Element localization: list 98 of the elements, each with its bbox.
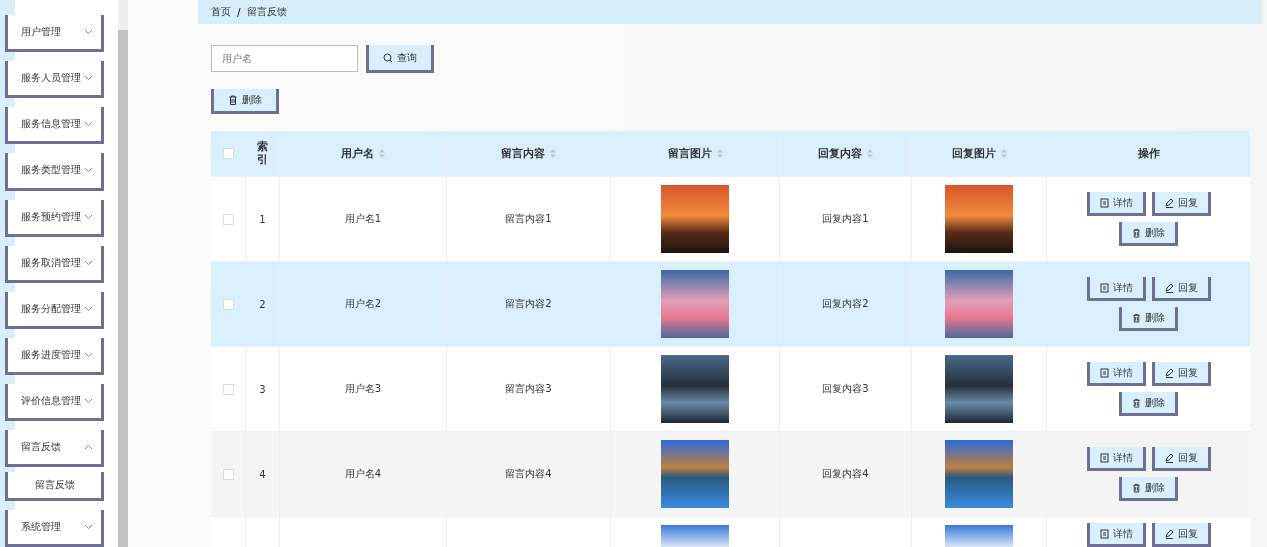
reply-button[interactable]: 回复: [1151, 523, 1211, 547]
table-cell: 回复内容1: [822, 212, 869, 226]
table-cell: 留言内容2: [505, 297, 552, 311]
row-checkbox[interactable]: [222, 298, 234, 310]
search-button[interactable]: 查询: [366, 45, 434, 73]
sidebar-menu-item[interactable]: 服务类型管理: [5, 153, 104, 191]
details-button[interactable]: 详情: [1086, 362, 1146, 386]
pencil-icon: [1164, 197, 1174, 208]
sort-icon[interactable]: [716, 149, 723, 158]
table-cell: 用户名4: [344, 467, 382, 481]
sidebar-menu-item[interactable]: 用户管理: [5, 15, 104, 53]
chevron-icon: [84, 398, 93, 405]
column-header: 索引: [256, 141, 269, 166]
trash-icon: [1132, 482, 1141, 493]
trash-icon: [1132, 227, 1141, 238]
details-button[interactable]: 详情: [1086, 277, 1146, 301]
reply-button[interactable]: 回复: [1151, 362, 1211, 386]
sidebar-menu-item[interactable]: 服务分配管理: [5, 291, 104, 329]
table-row[interactable]: 2 用户名2 留言内容2 回复内容2 详情 回复 删除: [211, 261, 1250, 346]
document-icon: [1099, 282, 1109, 293]
table-cell: 回复内容3: [822, 382, 869, 396]
sidebar-submenu-item[interactable]: 留言反馈: [5, 472, 104, 501]
chevron-icon: [84, 444, 93, 451]
table-cell: 回复内容2: [822, 297, 869, 311]
sidebar-menu-item[interactable]: 服务取消管理: [5, 245, 104, 283]
delete-button[interactable]: 删除: [211, 89, 279, 114]
row-checkbox[interactable]: [222, 468, 234, 480]
table-cell: 用户名2: [344, 297, 382, 311]
row-checkbox[interactable]: [222, 213, 234, 225]
sidebar-menu-item[interactable]: 服务进度管理: [5, 338, 104, 376]
details-button[interactable]: 详情: [1086, 192, 1146, 216]
chevron-icon: [84, 29, 93, 36]
column-header[interactable]: 留言内容: [501, 146, 545, 161]
sidebar-menu-item[interactable]: 评价信息管理: [5, 384, 104, 422]
document-icon: [1099, 197, 1109, 208]
sidebar-menu-item[interactable]: 系统管理: [5, 509, 104, 547]
chevron-icon: [84, 305, 93, 312]
search-icon: [383, 52, 393, 63]
table-cell: 用户名3: [344, 382, 382, 396]
chevron-icon: [84, 213, 93, 220]
table-cell: 回复内容4: [822, 467, 869, 481]
reply-button[interactable]: 回复: [1151, 192, 1211, 216]
sidebar-menu-item[interactable]: 服务人员管理: [5, 61, 104, 99]
delete-button[interactable]: 删除: [1119, 222, 1178, 246]
column-header[interactable]: 留言图片: [667, 146, 712, 161]
column-header[interactable]: 回复内容: [818, 146, 862, 161]
trash-icon: [228, 95, 238, 105]
breadcrumb-item: 留言反馈: [246, 5, 287, 19]
column-header: 操作: [1137, 146, 1160, 161]
table-row[interactable]: 4 用户名4 留言内容4 回复内容4 详情 回复 删除: [211, 431, 1250, 516]
table-cell: 3: [259, 383, 266, 395]
chevron-icon: [84, 523, 93, 530]
details-button[interactable]: 详情: [1086, 447, 1146, 471]
delete-button[interactable]: 删除: [1119, 307, 1178, 331]
table-row[interactable]: 详情 回复: [211, 516, 1250, 547]
sidebar-menu-item[interactable]: 留言反馈: [5, 430, 104, 468]
table-cell: 留言内容3: [505, 382, 552, 396]
table-cell: 留言内容4: [505, 467, 552, 481]
scrollbar-thumb[interactable]: [118, 30, 128, 547]
chevron-icon: [84, 352, 93, 359]
reply-button[interactable]: 回复: [1151, 447, 1211, 471]
document-icon: [1099, 528, 1109, 539]
document-icon: [1099, 452, 1109, 463]
column-header[interactable]: 回复图片: [951, 146, 996, 161]
table-cell: 留言内容1: [505, 212, 552, 226]
table-row[interactable]: 1 用户名1 留言内容1 回复内容1 详情 回复 删除: [211, 176, 1250, 261]
details-button[interactable]: 详情: [1086, 523, 1146, 547]
table-row[interactable]: 3 用户名3 留言内容3 回复内容3 详情 回复 删除: [211, 346, 1250, 431]
column-header[interactable]: 用户名: [341, 146, 374, 161]
sort-icon[interactable]: [867, 149, 873, 158]
sidebar-menu-item[interactable]: 服务预约管理: [5, 199, 104, 237]
document-icon: [1099, 367, 1109, 378]
sort-icon[interactable]: [1000, 149, 1007, 158]
table-cell: 用户名1: [344, 212, 382, 226]
table-cell: 1: [259, 213, 266, 225]
pencil-icon: [1164, 367, 1174, 378]
username-search-field[interactable]: 用户名: [211, 45, 358, 72]
chevron-icon: [84, 75, 93, 82]
delete-button[interactable]: 删除: [1119, 392, 1178, 416]
pencil-icon: [1164, 528, 1174, 539]
table-cell: 2: [259, 298, 266, 310]
reply-button[interactable]: 回复: [1151, 277, 1211, 301]
breadcrumb-item[interactable]: 首页: [211, 5, 231, 19]
sort-icon[interactable]: [550, 149, 556, 158]
delete-button[interactable]: 删除: [1119, 477, 1178, 501]
breadcrumb-separator: /: [237, 6, 241, 18]
chevron-icon: [84, 167, 93, 174]
row-checkbox[interactable]: [222, 383, 234, 395]
sort-icon[interactable]: [379, 149, 385, 158]
pencil-icon: [1164, 282, 1174, 293]
trash-icon: [1132, 397, 1141, 408]
pencil-icon: [1164, 452, 1174, 463]
chevron-icon: [84, 259, 93, 266]
select-all-checkbox[interactable]: [222, 148, 234, 159]
table-cell: 4: [259, 468, 266, 480]
trash-icon: [1132, 312, 1141, 323]
chevron-icon: [84, 121, 93, 128]
sidebar-menu-item[interactable]: 服务信息管理: [5, 107, 104, 145]
